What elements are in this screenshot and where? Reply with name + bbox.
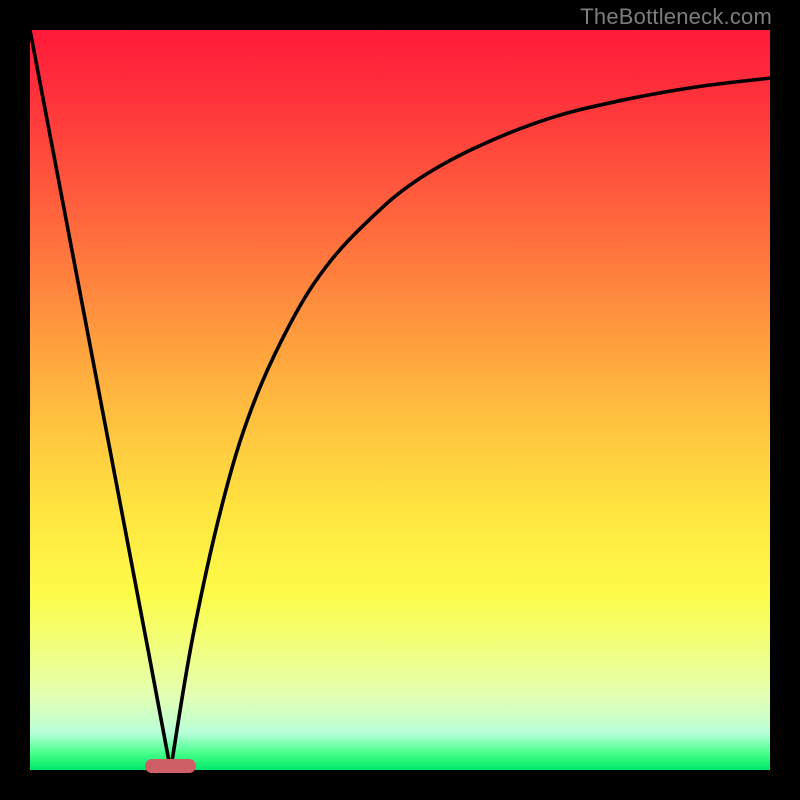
bottleneck-curve [30,30,770,770]
plot-area [30,30,770,770]
optimal-range-marker [145,759,197,773]
chart-frame: TheBottleneck.com [0,0,800,800]
watermark-text: TheBottleneck.com [580,4,772,30]
